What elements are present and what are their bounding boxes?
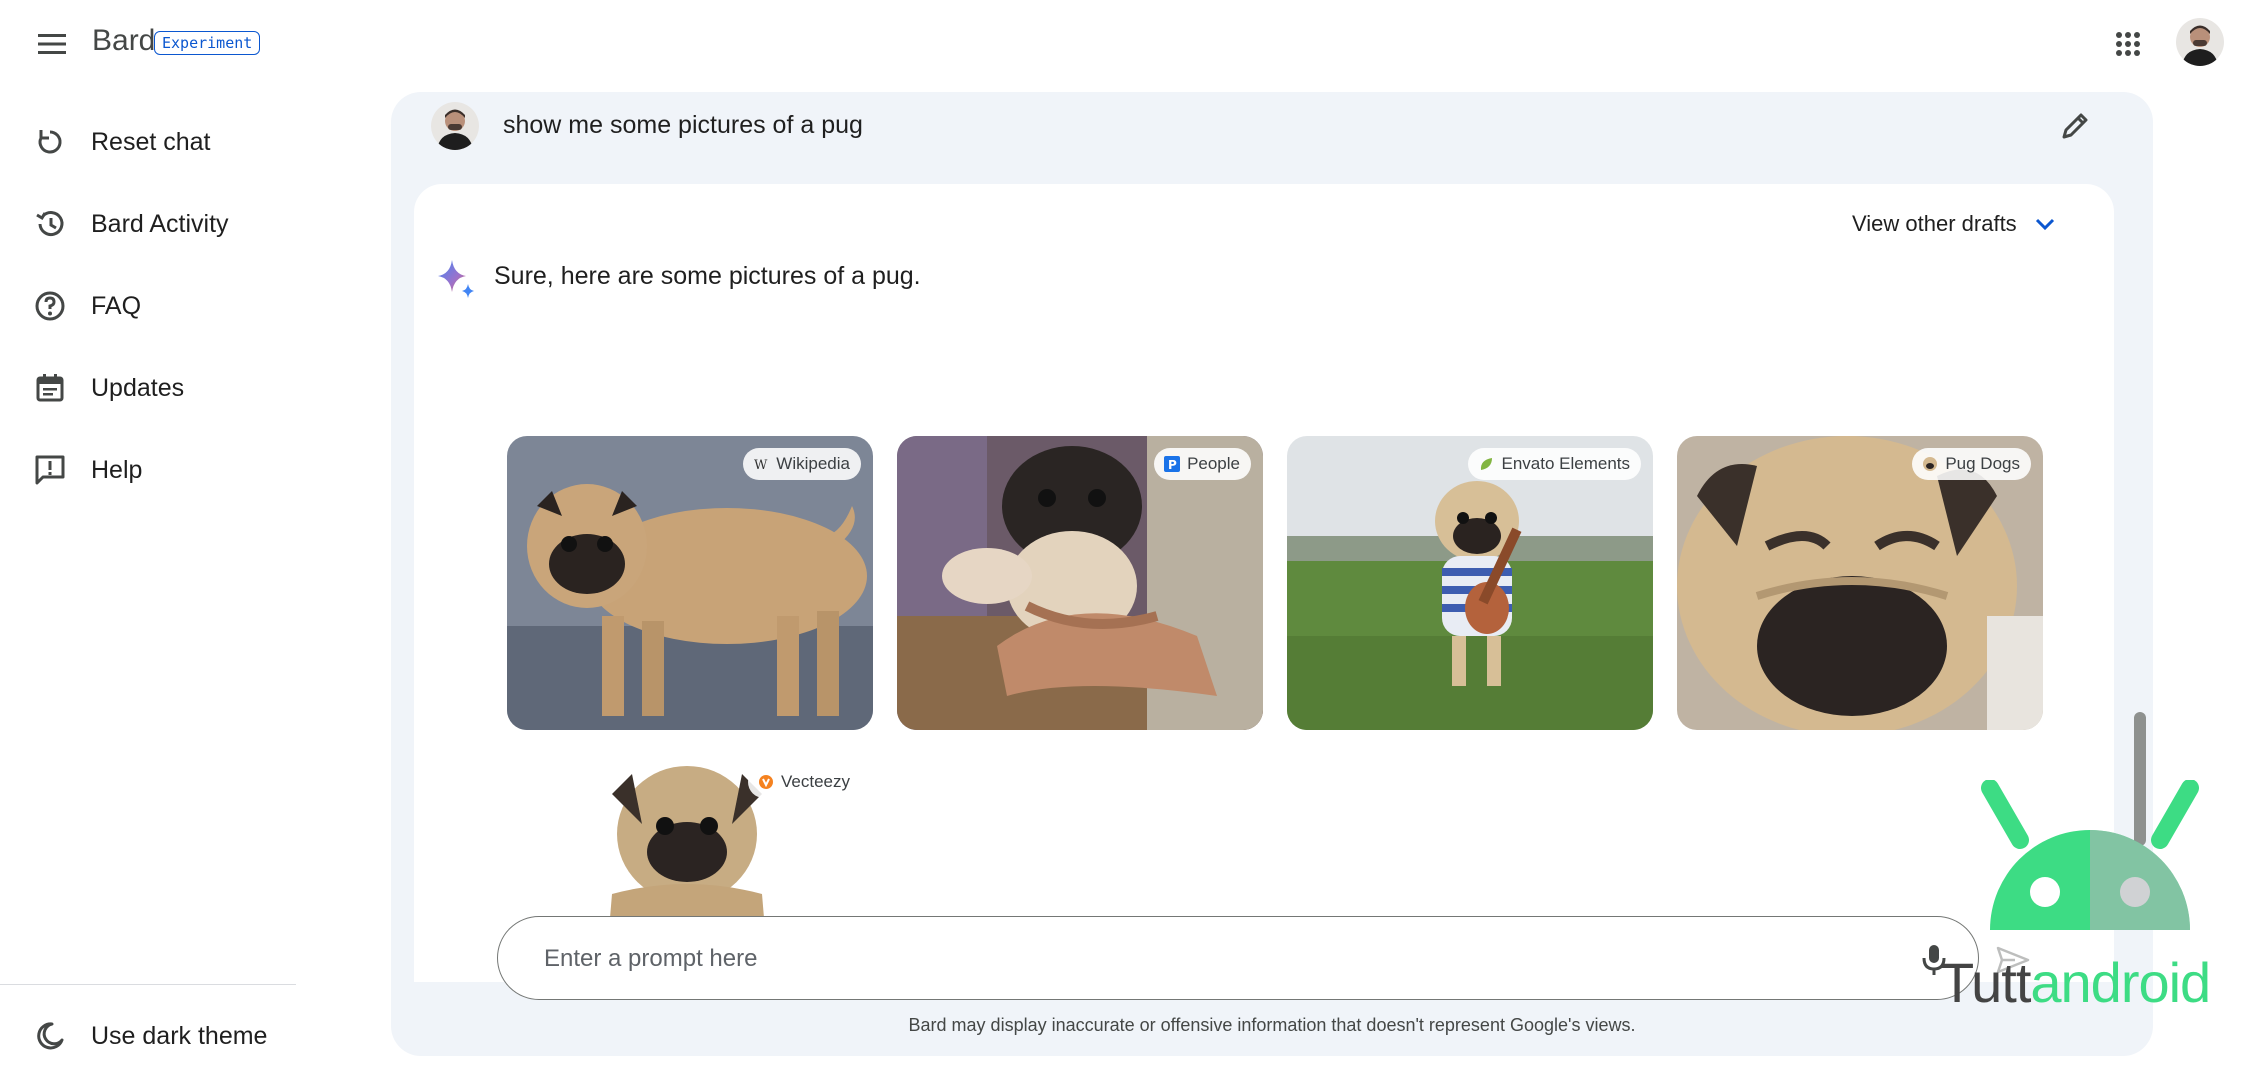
- history-icon: [36, 211, 64, 237]
- sidebar-item-updates[interactable]: Updates: [0, 358, 296, 418]
- apps-grid-icon[interactable]: [2110, 26, 2146, 62]
- edit-pencil-icon[interactable]: [2057, 108, 2093, 144]
- feedback-icon: [35, 455, 65, 485]
- wikipedia-icon: W: [754, 458, 768, 472]
- disclaimer-text: Bard may display inaccurate or offensive…: [908, 1015, 1636, 1035]
- sidebar-item-label: Help: [91, 455, 143, 484]
- svg-text:P: P: [1168, 458, 1177, 472]
- sidebar-item-label: Reset chat: [91, 127, 211, 156]
- people-icon: P: [1164, 456, 1181, 472]
- calendar-icon: [36, 374, 64, 402]
- source-label: People: [1187, 454, 1240, 473]
- bard-sparkle-icon: [432, 254, 480, 302]
- vecteezy-icon: [759, 775, 773, 789]
- response-text: Sure, here are some pictures of a pug.: [494, 262, 921, 290]
- user-avatar: [431, 102, 479, 150]
- sidebar-item-reset-chat[interactable]: Reset chat: [0, 112, 296, 172]
- prompt-input-bar[interactable]: [497, 916, 1979, 1000]
- sidebar-item-label: FAQ: [91, 291, 142, 320]
- source-label: Wikipedia: [776, 454, 850, 473]
- pug-dogs-icon: [1923, 457, 1938, 471]
- sidebar-divider: [0, 984, 296, 985]
- source-chip: Pug Dogs: [1912, 448, 2031, 480]
- experiment-badge: Experiment: [154, 31, 261, 55]
- view-other-drafts-button[interactable]: View other drafts: [1852, 204, 2061, 244]
- help-circle-icon: [35, 291, 65, 321]
- reset-icon: [38, 130, 62, 154]
- svg-text:W: W: [754, 458, 768, 472]
- source-label: Envato Elements: [1501, 454, 1630, 473]
- dark-theme-label: Use dark theme: [91, 1021, 268, 1050]
- drafts-label: View other drafts: [1852, 211, 2017, 236]
- sidebar-item-label: Updates: [91, 373, 185, 402]
- pug-image-wikipedia[interactable]: W Wikipedia: [507, 436, 873, 730]
- app-title: Bard: [92, 24, 156, 57]
- moon-icon: [37, 1022, 64, 1050]
- top-bar: Bard Experiment: [0, 0, 2247, 88]
- conversation-panel: show me some pictures of a pug View othe…: [391, 92, 2153, 1056]
- sidebar-item-label: Bard Activity: [91, 209, 229, 238]
- bard-response: View other drafts Sure, here are some pi…: [414, 184, 2114, 982]
- hamburger-menu-icon[interactable]: [34, 26, 70, 62]
- sidebar-item-bard-activity[interactable]: Bard Activity: [0, 194, 296, 254]
- prompt-input[interactable]: [544, 939, 1844, 979]
- source-chip: Vecteezy: [748, 766, 861, 798]
- sidebar-item-help[interactable]: Help: [0, 440, 296, 500]
- user-message: show me some pictures of a pug: [391, 92, 2153, 184]
- account-avatar[interactable]: [2176, 18, 2224, 66]
- source-label: Vecteezy: [781, 772, 850, 791]
- source-chip: P People: [1154, 448, 1251, 480]
- chevron-down-icon: [2035, 218, 2054, 231]
- envato-leaf-icon: [1481, 458, 1493, 470]
- pug-image-pug-dogs[interactable]: Pug Dogs: [1677, 436, 2043, 730]
- dark-theme-toggle[interactable]: Use dark theme: [0, 1006, 296, 1066]
- source-label: Pug Dogs: [1945, 454, 2020, 473]
- sidebar-item-faq[interactable]: FAQ: [0, 276, 296, 336]
- source-chip: W Wikipedia: [743, 448, 861, 480]
- source-chip: Envato Elements: [1468, 448, 1641, 480]
- pug-image-envato-elements[interactable]: Envato Elements: [1287, 436, 1653, 730]
- watermark-text: Tuttandroid: [1940, 951, 2211, 1014]
- pug-image-people[interactable]: P People: [897, 436, 1263, 730]
- user-query-text: show me some pictures of a pug: [503, 111, 863, 139]
